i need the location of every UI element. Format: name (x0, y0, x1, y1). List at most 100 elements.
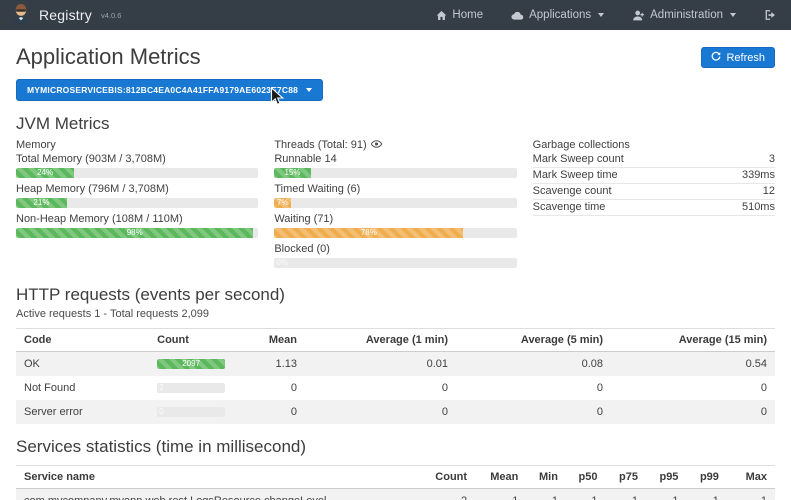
col-code: Code (16, 329, 149, 352)
avg1-cell: 0.01 (305, 352, 456, 377)
avg5-cell: 0.08 (456, 352, 611, 377)
col-p99: p99 (686, 466, 726, 489)
jvm-metrics-heading: JVM Metrics (16, 114, 775, 134)
service-name-cell: com.mycompany.myapp.web.rest.LogsResourc… (16, 489, 427, 500)
avg15-cell: 0.54 (611, 352, 775, 377)
threads-column: Threads (Total: 91) Runnable 14 15% Time… (274, 138, 516, 272)
col-min: Min (526, 466, 566, 489)
metric-label: Runnable 14 (274, 152, 516, 166)
metric-label: Waiting (71) (274, 212, 516, 226)
home-icon (436, 10, 447, 21)
bar-count-label: 2097 (182, 359, 200, 369)
col-mean: Mean (261, 329, 305, 352)
col-avg15: Average (15 min) (611, 329, 775, 352)
bar-percent-label: 0% (276, 258, 288, 268)
bar-count-label: 0 (159, 407, 163, 417)
gc-row: Scavenge time 510ms (533, 200, 775, 216)
heap-memory-bar: 21% (16, 198, 67, 208)
col-mean: Mean (475, 466, 526, 489)
bar-percent-label: 21% (33, 198, 49, 208)
bar-count-label: 2 (159, 383, 163, 393)
avg5-cell: 0 (456, 376, 611, 400)
memory-title: Memory (16, 138, 258, 152)
instance-selector-dropdown[interactable]: MYMICROSERVICEBIS:812BC4EA0C4A41FFA9179A… (16, 79, 323, 101)
mean-cell: 0 (261, 376, 305, 400)
nav-applications-label: Applications (529, 9, 591, 21)
mean-cell: 1.13 (261, 352, 305, 377)
count-cell: 2 (427, 489, 475, 500)
table-row-ok: OK 2097 1.13 0.01 0.08 0.54 (16, 352, 775, 377)
bar-percent-label: 7% (277, 198, 289, 208)
gc-row: Mark Sweep time 339ms (533, 168, 775, 184)
p75-cell: 1 (606, 489, 646, 500)
nav-administration-label: Administration (650, 9, 723, 21)
brand-link[interactable]: Registry v4.0.6 (10, 2, 121, 29)
brand-version: v4.0.6 (101, 11, 121, 20)
nav-home-label: Home (452, 9, 483, 21)
gc-label: Mark Sweep time (533, 168, 711, 184)
user-plus-icon (632, 10, 645, 21)
timed-waiting-bar: 7% (274, 198, 291, 208)
eye-icon[interactable] (371, 138, 382, 152)
main-content: Application Metrics Refresh MYMICROSERVI… (0, 44, 791, 500)
gc-value: 12 (711, 184, 775, 200)
gc-row: Scavenge count 12 (533, 184, 775, 200)
nav-administration[interactable]: Administration (632, 9, 736, 21)
chevron-down-icon (306, 88, 312, 92)
chevron-down-icon (598, 13, 604, 17)
progress-track: 0 (157, 407, 225, 417)
col-service-name: Service name (16, 466, 427, 489)
progress-track: 78% (274, 228, 516, 238)
refresh-button[interactable]: Refresh (701, 47, 775, 68)
gc-label: Mark Sweep count (533, 152, 711, 168)
progress-track: 15% (274, 168, 516, 178)
count-bar: 2097 (157, 359, 225, 369)
gc-label: Scavenge time (533, 200, 711, 216)
metric-label: Timed Waiting (6) (274, 182, 516, 196)
gc-value: 3 (711, 152, 775, 168)
gc-label: Scavenge count (533, 184, 711, 200)
avg15-cell: 0 (611, 400, 775, 424)
table-row-server-error: Server error 0 0 0 0 0 (16, 400, 775, 424)
gc-value: 339ms (711, 168, 775, 184)
metric-label: Blocked (0) (274, 242, 516, 256)
code-cell: Server error (16, 400, 149, 424)
http-requests-heading: HTTP requests (events per second) (16, 285, 775, 305)
code-cell: OK (16, 352, 149, 377)
waiting-bar: 78% (274, 228, 463, 238)
col-p50: p50 (566, 466, 606, 489)
refresh-label: Refresh (726, 52, 765, 64)
count-cell: 2 (149, 376, 261, 400)
progress-track: 21% (16, 198, 258, 208)
col-p75: p75 (606, 466, 646, 489)
memory-column: Memory Total Memory (903M / 3,708M) 24% … (16, 138, 258, 272)
page-title: Application Metrics (16, 44, 201, 70)
progress-track: 24% (16, 168, 258, 178)
services-statistics-heading: Services statistics (time in millisecond… (16, 437, 775, 457)
table-row-not-found: Not Found 2 0 0 0 0 (16, 376, 775, 400)
logout-button[interactable] (764, 9, 777, 21)
progress-track: 7% (274, 198, 516, 208)
http-requests-subtitle: Active requests 1 - Total requests 2,099 (16, 308, 775, 320)
bar-percent-label: 98% (127, 228, 143, 238)
brand-title: Registry (39, 7, 92, 23)
p50-cell: 1 (566, 489, 606, 500)
metric-label: Heap Memory (796M / 3,708M) (16, 182, 258, 196)
nonheap-memory-bar: 98% (16, 228, 253, 238)
bar-percent-label: 24% (37, 168, 53, 178)
nav-applications[interactable]: Applications (511, 9, 604, 21)
count-cell: 2097 (149, 352, 261, 377)
refresh-icon (711, 51, 721, 64)
progress-track: 0% (274, 258, 516, 268)
progress-track: 98% (16, 228, 258, 238)
avg1-cell: 0 (305, 400, 456, 424)
bar-percent-label: 15% (284, 168, 300, 178)
progress-track: 2 (157, 383, 225, 393)
bar-percent-label: 78% (361, 228, 377, 238)
min-cell: 1 (526, 489, 566, 500)
nav-home[interactable]: Home (436, 9, 483, 21)
jhipster-logo-icon (10, 2, 32, 29)
mean-cell: 1 (475, 489, 526, 500)
cloud-icon (511, 10, 524, 21)
table-row-changelevel: com.mycompany.myapp.web.rest.LogsResourc… (16, 489, 775, 500)
